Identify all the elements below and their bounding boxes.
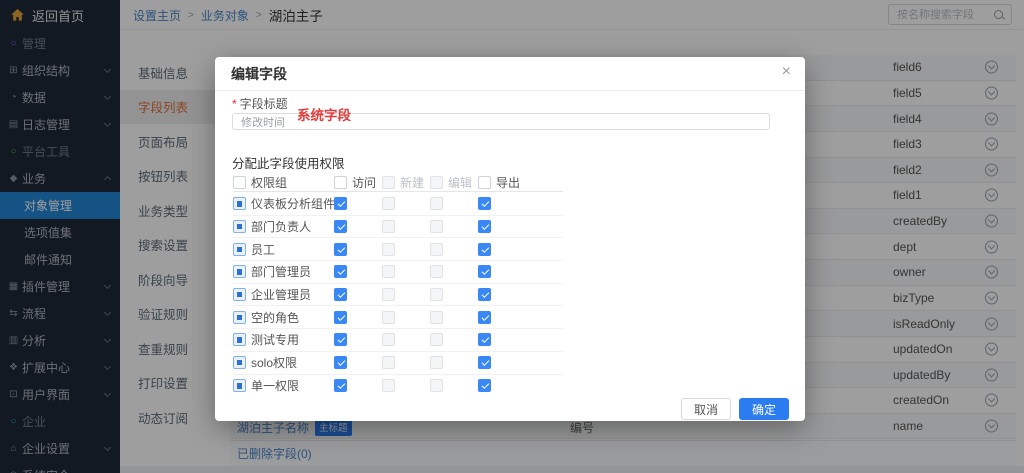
permission-header-label: 导出 [496, 174, 520, 191]
edit-checkbox [430, 311, 443, 324]
permission-header-cell: 新建 [382, 174, 424, 191]
close-icon[interactable]: × [782, 64, 791, 80]
group-checkbox[interactable] [233, 243, 246, 256]
permission-header-label: 权限组 [251, 174, 287, 191]
edit-checkbox [430, 243, 443, 256]
create-checkbox [382, 243, 395, 256]
access-checkbox[interactable] [334, 356, 347, 369]
create-checkbox [382, 333, 395, 346]
app-window: 返回首页 ○ 管理 ⊞ 组织结构 ◔ 数据 [0, 0, 1024, 473]
permission-row: 企业管理员 [233, 284, 563, 307]
access-checkbox[interactable] [334, 288, 347, 301]
group-checkbox[interactable] [233, 379, 246, 392]
group-checkbox[interactable] [233, 311, 246, 324]
create-checkbox [382, 197, 395, 210]
permission-header-cell: 访问 [334, 174, 376, 191]
export-checkbox[interactable] [478, 379, 491, 392]
edit-checkbox [430, 197, 443, 210]
create-checkbox [382, 288, 395, 301]
group-checkbox[interactable] [233, 333, 246, 346]
access-checkbox[interactable] [334, 311, 347, 324]
permission-table-header: 权限组 访问 新建 编辑 导出 [233, 174, 563, 192]
required-asterisk: * [232, 97, 237, 111]
edit-checkbox [430, 356, 443, 369]
permission-row: 空的角色 [233, 306, 563, 329]
permission-header-cell: 导出 [478, 174, 520, 191]
export-checkbox[interactable] [478, 333, 491, 346]
access-checkbox[interactable] [334, 220, 347, 233]
export-checkbox[interactable] [478, 197, 491, 210]
permission-row: 仪表板分析组件 [233, 193, 563, 216]
modal-header: 编辑字段 × [215, 57, 805, 91]
edit-checkbox [430, 379, 443, 392]
export-checkbox[interactable] [478, 288, 491, 301]
permission-group-label: 企业管理员 [251, 286, 311, 303]
edit-field-modal: 编辑字段 × *字段标题 系统字段 分配此字段使用权限 权限组 访问 [215, 57, 805, 421]
header-checkbox[interactable] [334, 176, 347, 189]
group-checkbox[interactable] [233, 220, 246, 233]
field-title-label: *字段标题 [232, 95, 288, 112]
permission-header-cell: 权限组 [233, 174, 287, 191]
create-checkbox [382, 220, 395, 233]
export-checkbox[interactable] [478, 311, 491, 324]
export-checkbox[interactable] [478, 265, 491, 278]
permission-group-label: 仪表板分析组件 [251, 195, 335, 212]
permission-group-label: 空的角色 [251, 309, 299, 326]
access-checkbox[interactable] [334, 197, 347, 210]
permission-group-label: solo权限 [251, 354, 297, 371]
header-checkbox [382, 176, 395, 189]
confirm-button[interactable]: 确定 [739, 398, 789, 420]
permission-row: 单一权限 [233, 375, 563, 398]
access-checkbox[interactable] [334, 333, 347, 346]
edit-checkbox [430, 333, 443, 346]
create-checkbox [382, 379, 395, 392]
permission-group-label: 员工 [251, 241, 275, 258]
permission-group-label: 单一权限 [251, 377, 299, 394]
group-checkbox[interactable] [233, 356, 246, 369]
edit-checkbox [430, 220, 443, 233]
access-checkbox[interactable] [334, 265, 347, 278]
access-checkbox[interactable] [334, 243, 347, 256]
create-checkbox [382, 356, 395, 369]
header-checkbox[interactable] [233, 176, 246, 189]
cancel-button[interactable]: 取消 [681, 398, 731, 420]
permission-group-label: 测试专用 [251, 331, 299, 348]
permission-header-cell: 编辑 [430, 174, 472, 191]
permission-row: solo权限 [233, 352, 563, 375]
permission-header-label: 新建 [400, 174, 424, 191]
system-field-annotation: 系统字段 [297, 104, 351, 124]
modal-title: 编辑字段 [231, 57, 287, 91]
group-checkbox[interactable] [233, 197, 246, 210]
export-checkbox[interactable] [478, 356, 491, 369]
modal-footer: 取消 确定 [681, 398, 789, 420]
export-checkbox[interactable] [478, 220, 491, 233]
permission-table-body: 仪表板分析组件 部门负责人 [233, 193, 563, 397]
group-checkbox[interactable] [233, 265, 246, 278]
edit-checkbox [430, 288, 443, 301]
create-checkbox [382, 265, 395, 278]
permission-row: 员工 [233, 238, 563, 261]
permission-section-title: 分配此字段使用权限 [232, 153, 345, 172]
permission-row: 部门负责人 [233, 216, 563, 239]
edit-checkbox [430, 265, 443, 278]
permission-row: 测试专用 [233, 329, 563, 352]
permission-group-label: 部门管理员 [251, 263, 311, 280]
export-checkbox[interactable] [478, 243, 491, 256]
header-checkbox[interactable] [478, 176, 491, 189]
permission-group-label: 部门负责人 [251, 218, 311, 235]
permission-row: 部门管理员 [233, 261, 563, 284]
permission-header-label: 访问 [352, 174, 376, 191]
create-checkbox [382, 311, 395, 324]
permission-header-label: 编辑 [448, 174, 472, 191]
header-checkbox [430, 176, 443, 189]
group-checkbox[interactable] [233, 288, 246, 301]
access-checkbox[interactable] [334, 379, 347, 392]
